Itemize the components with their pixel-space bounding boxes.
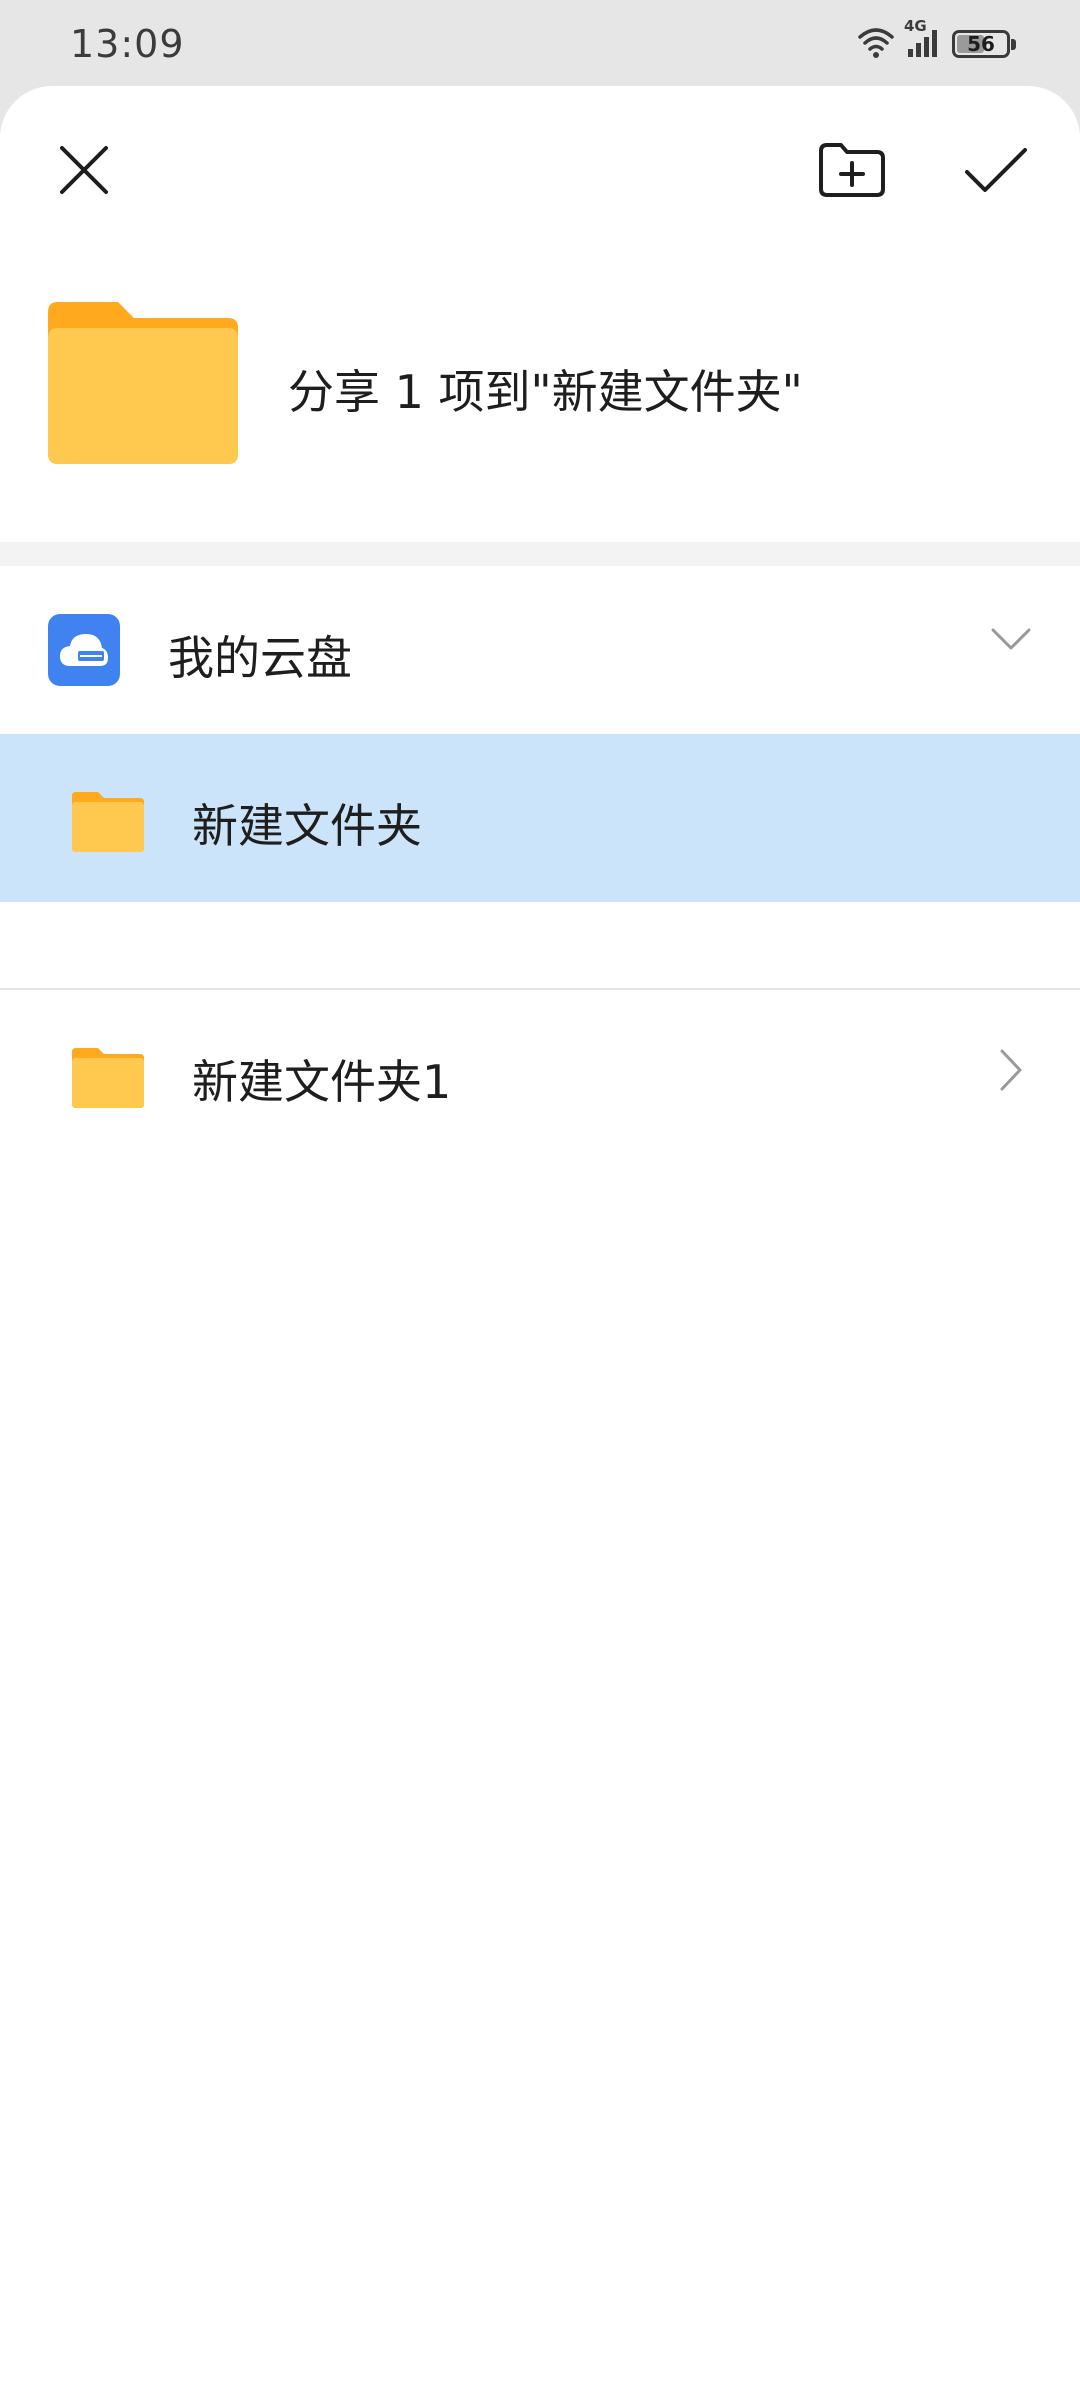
status-bar: 13:09 4G 56: [0, 0, 1080, 86]
status-time: 13:09: [70, 22, 185, 66]
section-divider: [0, 542, 1080, 566]
chevron-right-icon[interactable]: [998, 1048, 1024, 1096]
battery-percent: 56: [967, 32, 995, 56]
folder-picker-sheet: 分享 1 项到"新建文件夹" 我的云盘 新建文件夹 新建文件夹1: [0, 86, 1080, 2400]
cloud-drive-icon: [48, 614, 120, 686]
folder-icon: [48, 302, 238, 468]
chevron-down-icon[interactable]: [990, 626, 1032, 656]
folder-icon: [72, 1048, 144, 1112]
new-folder-icon: [819, 143, 885, 197]
share-title: 分享 1 项到"新建文件夹": [288, 365, 803, 419]
toolbar: [0, 86, 1080, 256]
battery-icon: 56: [952, 30, 1016, 58]
close-icon: [60, 146, 108, 194]
confirm-button[interactable]: [946, 120, 1046, 220]
drive-selector[interactable]: 我的云盘: [0, 566, 1080, 734]
status-icons: 4G 56: [856, 17, 1016, 66]
drive-label: 我的云盘: [168, 631, 352, 685]
close-button[interactable]: [34, 120, 134, 220]
folder-name: 新建文件夹1: [192, 1055, 452, 1109]
folder-list-item[interactable]: 新建文件夹: [0, 734, 1080, 902]
folder-icon: [72, 792, 144, 856]
folder-list-item[interactable]: 新建文件夹1: [0, 990, 1080, 1158]
network-type-label: 4G: [904, 17, 927, 35]
share-summary: 分享 1 项到"新建文件夹": [0, 296, 1080, 476]
signal-icon: 4G: [904, 17, 942, 63]
wifi-icon: [856, 25, 896, 63]
folder-name: 新建文件夹: [192, 799, 422, 853]
new-folder-button[interactable]: [802, 120, 902, 220]
checkmark-icon: [965, 148, 1027, 192]
